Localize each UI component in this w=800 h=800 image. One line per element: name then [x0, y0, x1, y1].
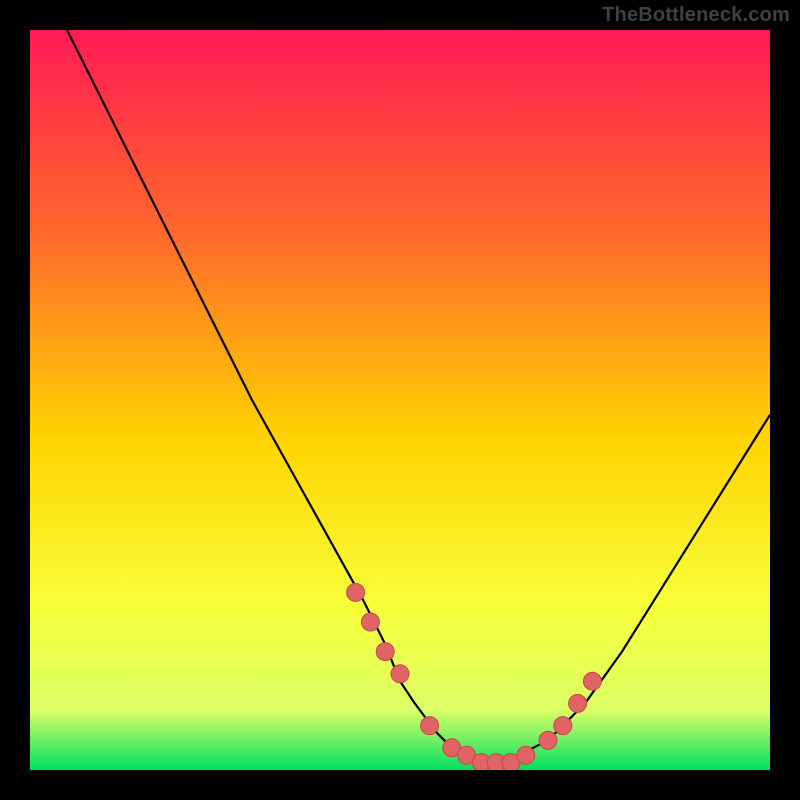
gradient-background [30, 30, 770, 770]
marker-dot [569, 694, 587, 712]
marker-dot [554, 717, 572, 735]
marker-dot [583, 672, 601, 690]
watermark-text: TheBottleneck.com [602, 4, 790, 27]
chart-frame: TheBottleneck.com [0, 0, 800, 800]
marker-dot [376, 643, 394, 661]
marker-dot [421, 717, 439, 735]
chart-svg [30, 30, 770, 770]
gradient-plot [30, 30, 770, 770]
marker-dot [517, 746, 535, 764]
marker-dot [539, 731, 557, 749]
marker-dot [347, 583, 365, 601]
marker-dot [361, 613, 379, 631]
marker-dot [391, 665, 409, 683]
